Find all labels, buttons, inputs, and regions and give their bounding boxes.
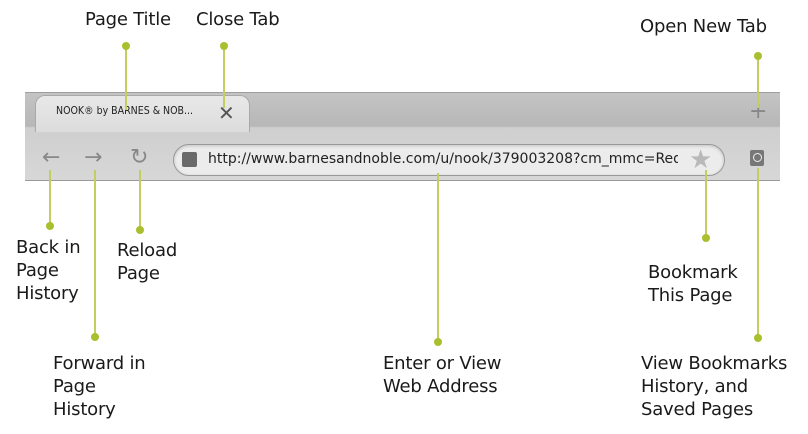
callout-open-new-tab bbox=[754, 52, 762, 108]
callout-back bbox=[46, 170, 54, 230]
callout-address bbox=[434, 173, 442, 346]
callout-forward bbox=[91, 170, 99, 341]
callout-lines bbox=[46, 42, 762, 346]
callout-bookmark bbox=[702, 170, 710, 242]
callout-page-title bbox=[122, 42, 130, 110]
callout-reload bbox=[136, 170, 144, 234]
callout-close-tab bbox=[220, 42, 228, 108]
callout-bookmarks-menu bbox=[754, 168, 762, 342]
